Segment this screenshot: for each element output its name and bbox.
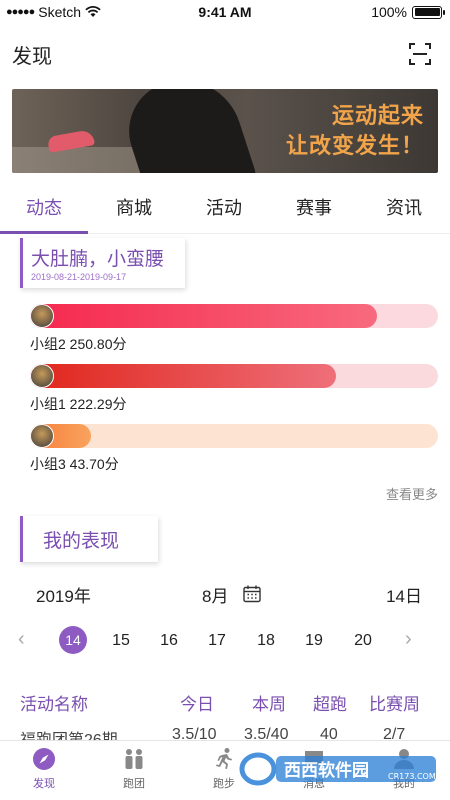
scan-icon[interactable] — [408, 42, 432, 66]
group-avatar — [30, 424, 54, 448]
banner-slogan-line2: 让改变发生！ — [285, 133, 424, 158]
bottom-nav-label: 跑步 — [213, 778, 235, 790]
day-option[interactable]: 15 — [107, 632, 135, 650]
header: 发现 — [0, 36, 450, 70]
progress-fill — [30, 364, 336, 388]
progress-track — [30, 424, 438, 448]
event-card[interactable]: 大肚腩，小蛮腰 2019-08-21-2019-09-17 — [20, 238, 185, 288]
banner-slogan-line1: 运动起来 — [331, 103, 424, 128]
status-bar: ●●●●● Sketch 9:41 AM 100% — [0, 0, 450, 24]
performance-card: 我的表现 — [20, 516, 158, 562]
category-tabs: 动态 商城 活动 赛事 资讯 — [0, 188, 450, 234]
group-icon — [125, 749, 143, 769]
banner-slogan: 运动起来 让改变发生！ — [286, 101, 424, 161]
group-avatar — [30, 364, 54, 388]
battery-percent: 100% — [371, 4, 407, 20]
column-match-week: 比赛周 — [369, 695, 420, 714]
group-score-label: 小组3 43.70分 — [30, 456, 119, 472]
bottom-nav-discover[interactable]: 发现 — [14, 747, 74, 791]
active-tab-indicator — [0, 231, 88, 234]
battery-icon — [412, 5, 445, 19]
tab-dynamics[interactable]: 动态 — [26, 194, 62, 220]
column-today: 今日 — [180, 695, 214, 714]
progress-fill — [30, 304, 377, 328]
bottom-nav: 发现 跑团 跑步 消息 我的 西西软件园 CR173.COM — [0, 740, 450, 800]
group-score-label: 小组1 222.29分 — [30, 396, 127, 412]
tab-events[interactable]: 赛事 — [296, 194, 332, 220]
column-this-week: 本周 — [252, 695, 286, 714]
day-label[interactable]: 14日 — [386, 582, 422, 607]
column-super-run: 超跑 — [313, 695, 347, 714]
compass-icon — [33, 748, 55, 770]
watermark-text: 西西软件园 — [284, 760, 369, 781]
stats-header: 活动名称 今日 本周 超跑 比赛周 — [0, 690, 450, 714]
day-option[interactable]: 19 — [300, 632, 328, 650]
date-selector: 2019年 8月 14日 — [0, 582, 450, 606]
page-title: 发现 — [12, 46, 52, 68]
runner-icon — [216, 748, 232, 769]
month-label[interactable]: 8月 — [202, 582, 228, 607]
group-avatar — [30, 304, 54, 328]
bottom-nav-label: 发现 — [33, 778, 55, 790]
chevron-right-icon[interactable]: › — [405, 628, 412, 651]
event-name: 大肚腩，小蛮腰 — [31, 249, 165, 270]
tab-news[interactable]: 资讯 — [386, 194, 422, 220]
see-more-link[interactable]: 查看更多 — [386, 484, 438, 503]
watermark-url: CR173.COM — [388, 772, 436, 781]
banner-runner-leg — [116, 89, 258, 173]
column-activity-name: 活动名称 — [20, 695, 88, 714]
chevron-left-icon[interactable]: ‹ — [18, 628, 25, 651]
event-date-range: 2019-08-21-2019-09-17 — [31, 272, 127, 282]
day-option[interactable]: 17 — [203, 632, 231, 650]
watermark-logo: 西西软件园 CR173.COM — [239, 752, 436, 786]
day-option[interactable]: 16 — [155, 632, 183, 650]
tab-activities[interactable]: 活动 — [206, 194, 242, 220]
bottom-nav-team[interactable]: 跑团 — [104, 747, 164, 791]
bottom-nav-label: 跑团 — [123, 778, 145, 790]
group-score-label: 小组2 250.80分 — [30, 336, 127, 352]
promo-banner[interactable]: 运动起来 让改变发生！ — [12, 89, 438, 173]
performance-title: 我的表现 — [43, 531, 120, 552]
year-label[interactable]: 2019年 — [36, 582, 91, 607]
day-option-selected[interactable]: 14 — [59, 626, 87, 654]
calendar-icon[interactable] — [242, 584, 262, 604]
day-option[interactable]: 20 — [349, 632, 377, 650]
day-strip: ‹ 14 15 16 17 18 19 20 › — [0, 626, 450, 658]
day-option[interactable]: 18 — [252, 632, 280, 650]
tab-mall[interactable]: 商城 — [116, 194, 152, 220]
